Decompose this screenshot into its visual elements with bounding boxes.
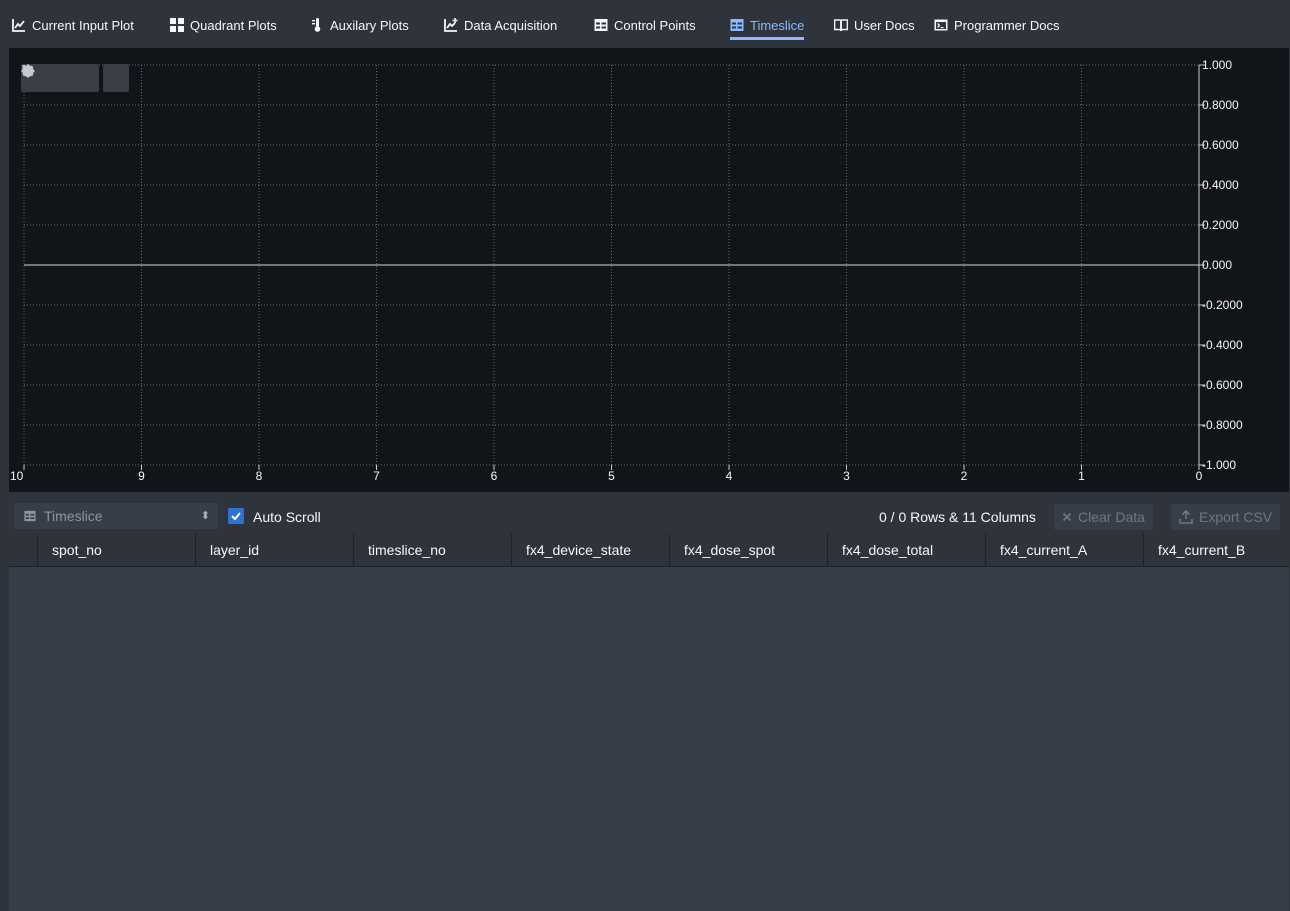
tab-control-points[interactable]: Control Points (594, 10, 696, 38)
x-tick-label: 5 (608, 469, 615, 483)
y-tick-label: -0.4000 (1202, 338, 1243, 352)
x-tick-label: 10 (10, 469, 24, 483)
grid-icon (170, 18, 184, 32)
chart-plus-icon (444, 18, 458, 32)
data-table[interactable]: spot_no layer_id timeslice_no fx4_device… (9, 534, 1289, 911)
table-header: spot_no layer_id timeslice_no fx4_device… (9, 534, 1289, 567)
y-tick-label: -0.2000 (1202, 298, 1243, 312)
y-tick-label: 0.4000 (1202, 178, 1239, 192)
row-header-corner (9, 534, 37, 566)
book-icon (834, 19, 848, 32)
export-csv-label: Export CSV (1199, 509, 1273, 525)
check-icon (231, 512, 241, 521)
active-tab-indicator (730, 37, 805, 40)
x-tick-label: 3 (843, 469, 850, 483)
export-icon (1179, 510, 1193, 524)
column-header[interactable]: fx4_dose_spot (669, 534, 827, 566)
x-tick-label: 1 (1078, 469, 1085, 483)
column-header[interactable]: fx4_device_state (511, 534, 669, 566)
tab-quadrant-plots[interactable]: Quadrant Plots (170, 10, 277, 38)
x-tick-label: 7 (373, 469, 380, 483)
table-icon (24, 510, 36, 522)
pause-button[interactable] (22, 64, 99, 92)
tab-label: Current Input Plot (32, 18, 134, 33)
column-header[interactable]: layer_id (195, 534, 353, 566)
tab-user-docs[interactable]: User Docs (834, 10, 915, 38)
table-icon (730, 19, 744, 31)
tab-label: Quadrant Plots (190, 18, 277, 33)
table-controls: Timeslice ⬍ Auto Scroll 0 / 0 Rows & 11 … (9, 500, 1289, 534)
console-icon (934, 19, 948, 31)
x-tick-label: 8 (256, 469, 263, 483)
tab-current-input-plot[interactable]: Current Input Plot (12, 10, 134, 38)
x-tick-label: 4 (726, 469, 733, 483)
column-header[interactable]: fx4_dose_total (827, 534, 985, 566)
tab-programmer-docs[interactable]: Programmer Docs (934, 10, 1059, 38)
column-header[interactable]: spot_no (37, 534, 195, 566)
clear-data-label: Clear Data (1078, 509, 1145, 525)
close-button[interactable] (22, 64, 73, 92)
top-nav: Current Input Plot Quadrant Plots Auxila… (0, 0, 1290, 48)
column-header[interactable]: fx4_current_B (1143, 534, 1289, 566)
tab-auxilary-plots[interactable]: Auxilary Plots (310, 10, 409, 38)
tab-label: Control Points (614, 18, 696, 33)
select-value: Timeslice (44, 508, 103, 524)
tab-label: User Docs (854, 18, 915, 33)
tab-data-acquisition[interactable]: Data Acquisition (444, 10, 557, 38)
x-tick-label: 9 (138, 469, 145, 483)
y-tick-label: 0.8000 (1202, 98, 1239, 112)
tab-label: Timeslice (750, 18, 805, 33)
target-icon (22, 65, 34, 77)
thermometer-icon (312, 18, 321, 32)
y-tick-label: -0.8000 (1202, 418, 1243, 432)
export-csv-button[interactable]: Export CSV (1171, 504, 1281, 530)
table-icon (594, 19, 608, 31)
column-header[interactable]: timeslice_no (353, 534, 511, 566)
x-tick-label: 0 (1196, 469, 1203, 483)
center-button[interactable] (22, 64, 129, 92)
tab-timeslice[interactable]: Timeslice (730, 10, 805, 40)
y-tick-label: 0.6000 (1202, 138, 1239, 152)
line-chart-icon (12, 19, 25, 32)
row-count: 0 / 0 Rows & 11 Columns (879, 509, 1036, 525)
y-tick-label: 1.000 (1202, 58, 1232, 72)
y-tick-label: 0.2000 (1202, 218, 1239, 232)
auto-scroll-label[interactable]: Auto Scroll (253, 509, 321, 525)
tab-label: Auxilary Plots (330, 18, 409, 33)
y-tick-label: -0.6000 (1202, 378, 1243, 392)
plot-toolbar (21, 64, 129, 92)
select-caret-icon: ⬍ (200, 510, 210, 522)
clear-data-button[interactable]: Clear Data (1054, 504, 1153, 530)
x-tick-label: 2 (961, 469, 968, 483)
dataset-select[interactable]: Timeslice ⬍ (14, 503, 218, 529)
plot-toolbar-group (22, 64, 129, 92)
x-tick-label: 6 (491, 469, 498, 483)
y-tick-label: 0.000 (1202, 258, 1232, 272)
close-icon (1062, 512, 1072, 522)
tab-label: Programmer Docs (954, 18, 1060, 33)
tab-label: Data Acquisition (464, 18, 558, 33)
column-header[interactable]: fx4_current_A (985, 534, 1143, 566)
plot-canvas[interactable]: 1.000 0.8000 0.6000 0.4000 0.2000 0.000 -0.200… (9, 48, 1289, 492)
timeslice-plot[interactable]: 1.000 0.8000 0.6000 0.4000 0.2000 0.000 -0.200… (9, 48, 1289, 492)
auto-scroll-checkbox[interactable] (228, 508, 244, 524)
y-tick-label: -1.000 (1202, 458, 1236, 472)
